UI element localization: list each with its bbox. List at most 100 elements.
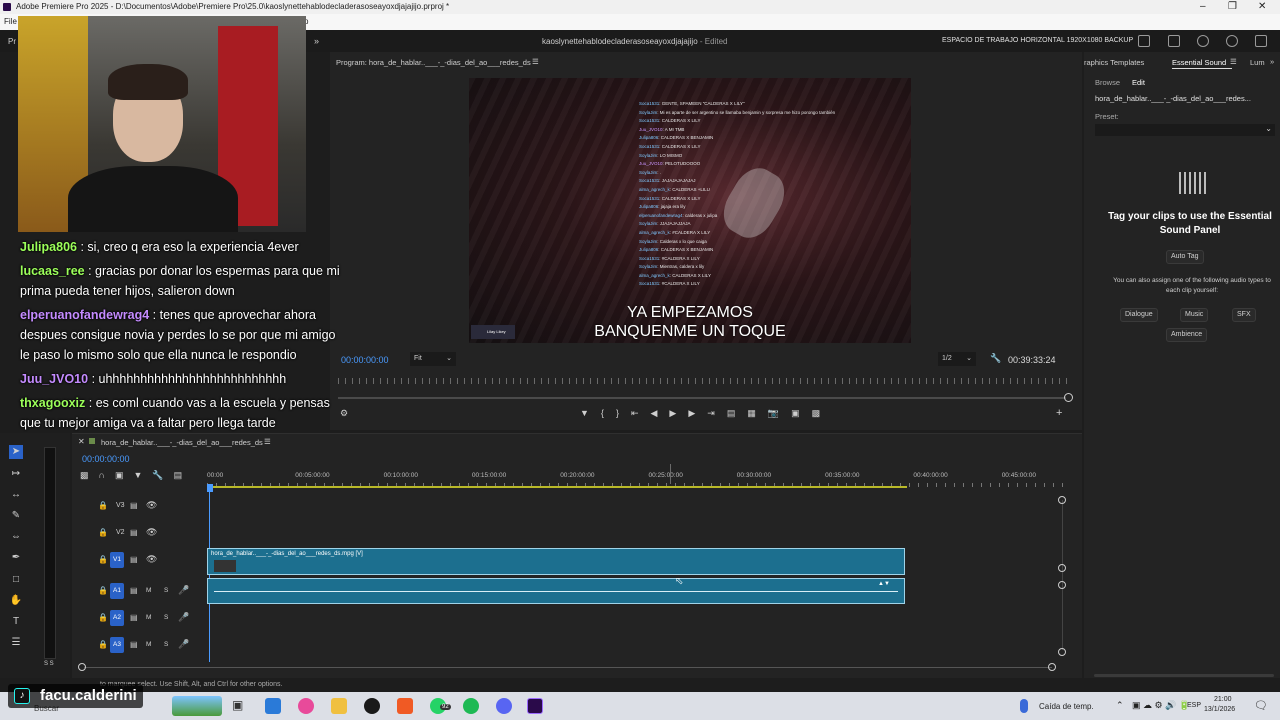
progress-icon[interactable] xyxy=(1197,35,1209,47)
lock-icon[interactable]: 🔒 xyxy=(98,613,108,622)
add-marker-icon[interactable]: ▼ xyxy=(134,470,153,480)
extract-icon[interactable]: ▦ xyxy=(747,408,768,418)
sfx-button[interactable]: SFX xyxy=(1232,308,1256,322)
ripple-edit-tool-icon[interactable]: ↔ xyxy=(9,488,23,502)
clock-date[interactable]: 13/1/2026 xyxy=(1204,706,1235,713)
workspaces-icon[interactable] xyxy=(1138,35,1150,47)
scroll-handle-icon[interactable] xyxy=(1048,663,1056,671)
microphone-icon[interactable]: 🎤 xyxy=(178,585,189,596)
snap-icon[interactable]: ∩ xyxy=(99,470,115,480)
fullscreen-icon[interactable] xyxy=(1226,35,1238,47)
wrench-icon[interactable]: 🔧 xyxy=(152,470,173,480)
microphone-icon[interactable]: 🎤 xyxy=(178,612,189,623)
language-indicator[interactable]: ESP xyxy=(1187,702,1201,709)
sync-lock-icon[interactable]: ▤ xyxy=(130,640,138,649)
discord-icon[interactable] xyxy=(496,698,512,714)
mark-in-icon[interactable]: { xyxy=(601,408,616,418)
lock-icon[interactable]: 🔒 xyxy=(98,501,108,510)
scroll-handle-icon[interactable] xyxy=(78,663,86,671)
sync-lock-icon[interactable]: ▤ xyxy=(130,501,138,510)
minimize-icon[interactable]: – xyxy=(1200,0,1206,14)
close-icon[interactable]: ✕ xyxy=(1258,0,1266,14)
rectangle-tool-icon[interactable]: □ xyxy=(9,573,23,587)
slip-tool-icon[interactable]: ⇔ xyxy=(9,530,23,544)
tray-icons[interactable]: ▣ ☁ ⚙ 🔊 🔋 xyxy=(1132,700,1190,711)
task-view-icon[interactable]: ▣ xyxy=(232,698,248,714)
tab-lumetri[interactable]: Lum xyxy=(1250,58,1265,67)
program-menu-icon[interactable]: ☰ xyxy=(532,57,539,66)
track-select-tool-icon[interactable]: ↦ xyxy=(9,467,23,481)
microphone-icon[interactable]: 🎤 xyxy=(178,639,189,650)
left-panel-tab-fragment[interactable]: Pr xyxy=(8,37,16,46)
add-marker-icon[interactable]: ▼ xyxy=(580,408,601,418)
step-back-icon[interactable]: ◀ xyxy=(651,408,670,418)
captions-icon[interactable]: ▤ xyxy=(174,470,193,480)
mute-button[interactable]: M xyxy=(146,641,151,648)
clock-time[interactable]: 21:00 xyxy=(1214,696,1232,703)
obs-icon[interactable] xyxy=(364,698,380,714)
vr-icon[interactable]: ▩ xyxy=(812,408,833,418)
file-explorer-icon[interactable] xyxy=(331,698,347,714)
scroll-handle-icon[interactable] xyxy=(1058,648,1066,656)
mute-button[interactable]: M xyxy=(146,614,151,621)
eye-icon[interactable]: 👁 xyxy=(146,527,157,538)
tray-chevron-icon[interactable]: ⌃ xyxy=(1116,700,1124,711)
app-pink-icon[interactable] xyxy=(298,698,314,714)
preset-dropdown[interactable]: ⌄ xyxy=(1095,124,1275,136)
mute-button[interactable]: M xyxy=(146,587,151,594)
scroll-handle-icon[interactable] xyxy=(1058,564,1066,572)
timeline-vertical-scrollbar[interactable] xyxy=(1062,500,1063,650)
timeline-timecode[interactable]: 00:00:00:00 xyxy=(82,454,130,464)
tab-edit[interactable]: Edit xyxy=(1132,78,1145,87)
razor-tool-icon[interactable]: ✎ xyxy=(9,509,23,523)
lift-icon[interactable]: ▤ xyxy=(727,408,748,418)
workspace-selector[interactable]: ESPACIO DE TRABAJO HORIZONTAL 1920X1080 … xyxy=(942,37,1133,44)
solo-button[interactable]: S xyxy=(164,641,168,648)
weather-icon[interactable] xyxy=(1020,699,1028,713)
selection-tool-icon[interactable]: ➤ xyxy=(9,445,23,459)
panel-overflow-icon[interactable]: » xyxy=(1270,57,1274,66)
tab-graphics-templates[interactable]: raphics Templates xyxy=(1084,58,1144,67)
track-label-v1[interactable]: V1 xyxy=(110,552,124,568)
program-timecode[interactable]: 00:00:00:00 xyxy=(341,355,389,365)
sync-lock-icon[interactable]: ▤ xyxy=(130,613,138,622)
close-sequence-icon[interactable]: ✕ xyxy=(78,437,85,446)
zoom-handle-icon[interactable] xyxy=(1064,393,1073,402)
add-button-icon[interactable]: + xyxy=(1056,407,1062,419)
go-to-out-icon[interactable]: ⇥ xyxy=(707,408,727,418)
lock-icon[interactable]: 🔒 xyxy=(98,640,108,649)
track-label-a3[interactable]: A3 xyxy=(110,637,124,653)
mark-out-icon[interactable]: } xyxy=(616,408,631,418)
auto-tag-button[interactable]: Auto Tag xyxy=(1166,250,1204,264)
store-icon[interactable] xyxy=(265,698,281,714)
scroll-handle-icon[interactable] xyxy=(1058,496,1066,504)
right-panel-scrollbar[interactable] xyxy=(1094,674,1274,677)
solo-button[interactable]: S xyxy=(164,614,168,621)
panel-overflow-icon[interactable]: » xyxy=(314,36,319,46)
audio-fx-icon[interactable]: ▲▼ xyxy=(878,581,890,587)
program-monitor-tab[interactable]: Program: hora_de_hablar..___-_-dias_del_… xyxy=(336,58,531,67)
share-icon[interactable] xyxy=(1168,35,1180,47)
lock-icon[interactable]: 🔒 xyxy=(98,555,108,564)
sync-lock-icon[interactable]: ▤ xyxy=(130,586,138,595)
scroll-handle-icon[interactable] xyxy=(1058,581,1066,589)
video-clip[interactable]: hora_de_hablar..___-_-dias_del_ao___rede… xyxy=(207,548,905,575)
spotify-icon[interactable] xyxy=(463,698,479,714)
track-label-a1[interactable]: A1 xyxy=(110,583,124,599)
sync-lock-icon[interactable]: ▤ xyxy=(130,555,138,564)
brave-icon[interactable] xyxy=(397,698,413,714)
pen-tool-icon[interactable]: ✒ xyxy=(9,551,23,565)
timeline-horizontal-scrollbar[interactable] xyxy=(84,667,1052,668)
linked-selection-icon[interactable]: ▣ xyxy=(115,470,134,480)
settings-icon[interactable]: ⚙ xyxy=(340,408,348,419)
go-to-in-icon[interactable]: ⇤ xyxy=(631,408,651,418)
wrench-icon[interactable]: 🔧 xyxy=(990,353,1001,364)
comparison-view-icon[interactable]: ▣ xyxy=(791,408,812,418)
play-icon[interactable]: ▶ xyxy=(669,408,688,418)
resolution-dropdown[interactable]: 1/2 ⌄ xyxy=(938,352,976,366)
tab-browse[interactable]: Browse xyxy=(1095,78,1120,87)
lock-icon[interactable]: 🔒 xyxy=(98,528,108,537)
time-ruler[interactable]: 00:00 00:05:00:00 00:10:00:00 00:15:00:00 00… xyxy=(207,434,1077,494)
panel-menu-icon[interactable]: ☰ xyxy=(1230,57,1237,66)
work-area-bar[interactable] xyxy=(207,486,907,488)
